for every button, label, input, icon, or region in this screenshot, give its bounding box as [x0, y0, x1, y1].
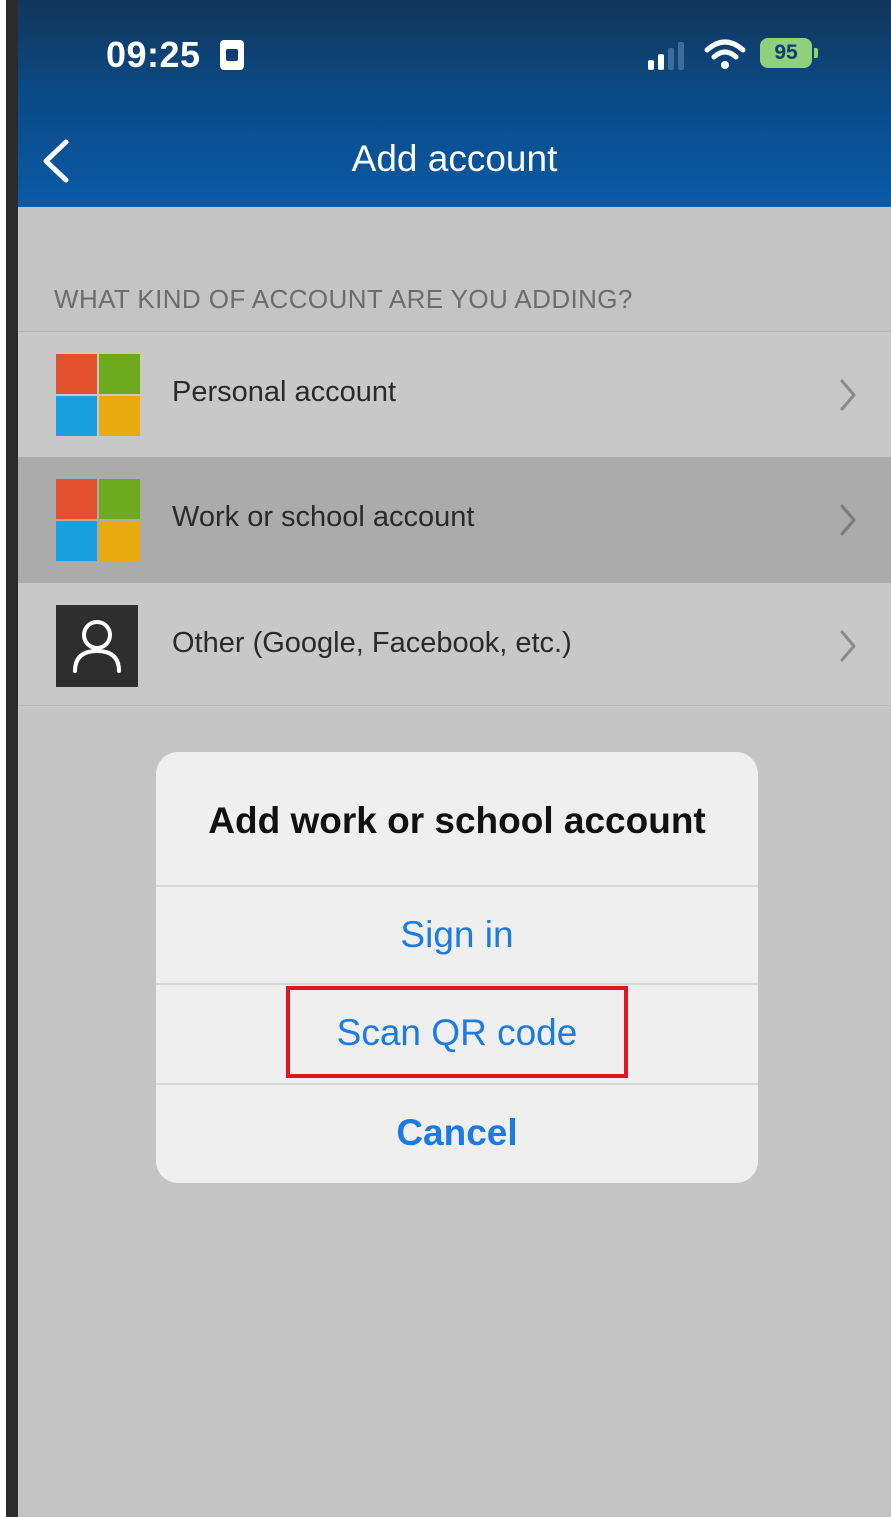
wifi-icon — [704, 39, 746, 69]
person-icon — [56, 605, 138, 687]
cancel-button[interactable]: Cancel — [156, 1085, 758, 1181]
list-item-work-school-account[interactable]: Work or school account — [18, 457, 891, 583]
chevron-right-icon — [840, 630, 856, 662]
contact-card-icon — [220, 40, 244, 70]
sign-in-button[interactable]: Sign in — [156, 887, 758, 983]
chevron-right-icon — [840, 379, 856, 411]
list-item-other-account[interactable]: Other (Google, Facebook, etc.) — [18, 583, 891, 709]
page-title: Add account — [351, 138, 558, 179]
microsoft-logo-icon — [56, 354, 140, 436]
cellular-signal-icon — [648, 38, 694, 70]
list-item-label: Other (Google, Facebook, etc.) — [172, 627, 572, 659]
microsoft-logo-icon — [56, 479, 140, 561]
action-dialog: Add work or school account Sign in Scan … — [156, 752, 758, 1183]
list-item-label: Work or school account — [172, 501, 475, 533]
list-divider — [18, 705, 891, 706]
list-item-label: Personal account — [172, 376, 397, 408]
dialog-title: Add work or school account — [208, 800, 706, 841]
app-screen: 09:25 95 Add account WHAT KIND OF ACCOUN… — [18, 0, 891, 1517]
list-item-personal-account[interactable]: Personal account — [18, 331, 891, 457]
device-bezel — [6, 0, 18, 1517]
device-left-edge — [0, 0, 18, 1517]
battery-percent: 95 — [774, 41, 798, 64]
status-time: 09:25 — [106, 34, 201, 75]
chevron-right-icon — [840, 504, 856, 536]
annotation-highlight-box — [286, 986, 628, 1078]
battery-indicator: 95 — [760, 38, 820, 68]
section-header: WHAT KIND OF ACCOUNT ARE YOU ADDING? — [54, 284, 633, 314]
app-header: 09:25 95 Add account — [18, 0, 891, 207]
